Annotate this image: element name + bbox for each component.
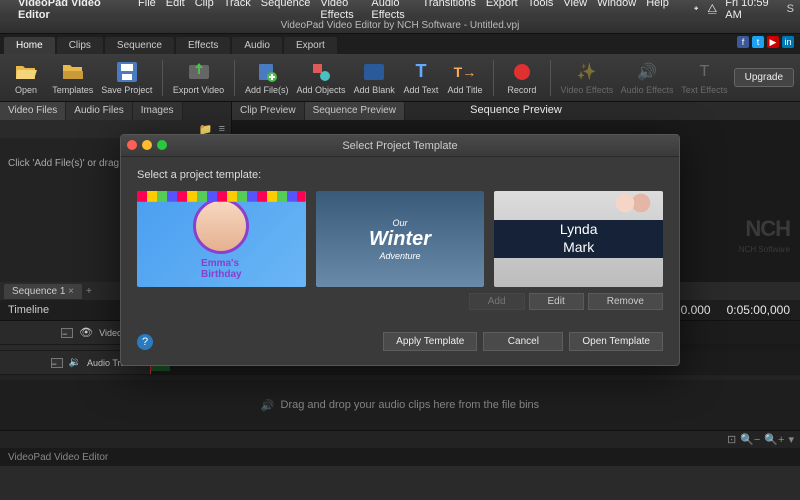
modal-title-text: Select Project Template <box>342 140 457 152</box>
template-winter[interactable]: Our Winter Adventure <box>316 191 485 287</box>
open-template-button[interactable]: Open Template <box>569 332 663 351</box>
template-edit-button[interactable]: Edit <box>529 293 584 310</box>
help-icon[interactable]: ? <box>137 334 153 350</box>
template-list: Emma'sBirthday Our Winter Adventure Lynd… <box>137 191 663 287</box>
flowers-icon <box>613 191 653 215</box>
window-minimize-icon[interactable] <box>142 140 152 150</box>
apply-template-button[interactable]: Apply Template <box>383 332 477 351</box>
template-add-button[interactable]: Add <box>469 293 525 310</box>
template-remove-button[interactable]: Remove <box>588 293 663 310</box>
template-item-actions: Add Edit Remove <box>137 293 663 310</box>
select-template-modal: Select Project Template Select a project… <box>120 134 680 366</box>
template-birthday[interactable]: Emma'sBirthday <box>137 191 306 287</box>
cancel-button[interactable]: Cancel <box>483 332 563 351</box>
avatar-placeholder <box>193 198 249 254</box>
modal-label: Select a project template: <box>137 169 663 181</box>
template-wedding[interactable]: Lynda Mark <box>494 191 663 287</box>
window-close-icon[interactable] <box>127 140 137 150</box>
modal-overlay: Select Project Template Select a project… <box>0 0 800 500</box>
window-maximize-icon[interactable] <box>157 140 167 150</box>
modal-footer: ? Apply Template Cancel Open Template <box>121 322 679 365</box>
modal-titlebar: Select Project Template <box>121 135 679 157</box>
